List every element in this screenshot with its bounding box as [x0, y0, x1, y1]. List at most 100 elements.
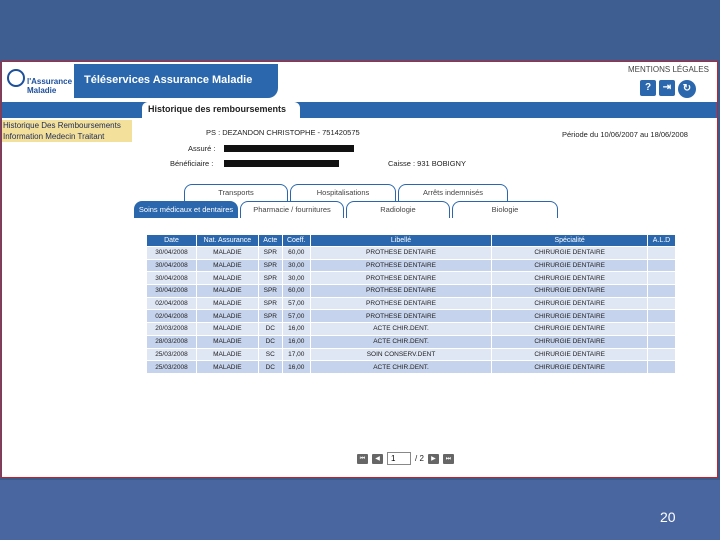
help-icon[interactable]: ?	[640, 80, 656, 96]
col-coeff[interactable]: Coeff.	[281, 234, 311, 247]
tab-arrets-indemnises[interactable]: Arrêts indemnisés	[398, 184, 508, 201]
col-specialite[interactable]: Spécialité	[491, 234, 648, 247]
table-cell: DC	[257, 334, 283, 349]
table-header-row: Date Nat. Assurance Acte Coeff. Libellé …	[146, 234, 677, 247]
slide-number: 20	[660, 509, 676, 525]
sidebar-item-medecin-traitant[interactable]: Information Medecin Traitant	[2, 131, 132, 142]
table-cell: MALADIE	[195, 246, 259, 260]
reimbursement-table: Date Nat. Assurance Acte Coeff. Libellé …	[146, 234, 677, 374]
table-row[interactable]: 28/03/2008 MALADIE DC 16,00 ACTE CHIR.DENT. C…	[146, 334, 677, 349]
table-row[interactable]: 30/04/2008 MALADIE SPR 60,00 PROTHESE DENTAI…	[146, 284, 677, 298]
table-cell: SC	[257, 347, 283, 362]
prev-page-icon[interactable]: ◀	[372, 453, 383, 464]
table-cell: MALADIE	[195, 258, 259, 273]
section-tab: Historique des remboursements	[142, 102, 300, 118]
table-cell: SPR	[257, 271, 283, 286]
reimbursement-table-panel: Date Nat. Assurance Acte Coeff. Libellé …	[146, 234, 686, 374]
table-row[interactable]: 30/04/2008 MALADIE SPR 60,00 PROTHESE DENTAI…	[146, 246, 677, 260]
tab-radiologie[interactable]: Radiologie	[346, 201, 450, 218]
tab-hospitalisations[interactable]: Hospitalisations	[290, 184, 396, 201]
table-row[interactable]: 02/04/2008 MALADIE SPR 57,00 PROTHESE DENTAI…	[146, 296, 677, 311]
assurance-maladie-logo[interactable]: l'Assurance Maladie	[5, 65, 75, 101]
table-cell: CHIRURGIE DENTAIRE	[491, 347, 648, 362]
table-cell: PROTHESE DENTAIRE	[309, 296, 493, 311]
table-cell	[646, 284, 677, 298]
table-cell: 30/04/2008	[146, 284, 197, 298]
table-row[interactable]: 20/03/2008 MALADIE DC 16,00 ACTE CHIR.DENT. C…	[146, 322, 677, 336]
section-bar	[2, 102, 717, 118]
table-cell: 60,00	[281, 284, 311, 298]
table-cell	[646, 296, 677, 311]
table-cell: 16,00	[281, 322, 311, 336]
beneficiaire-label: Bénéficiaire :	[170, 159, 214, 168]
col-nat-assurance[interactable]: Nat. Assurance	[195, 234, 259, 247]
table-cell: PROTHESE DENTAIRE	[309, 246, 493, 260]
table-cell: SPR	[257, 296, 283, 311]
page-total: / 2	[415, 454, 424, 463]
table-cell: 30/04/2008	[146, 258, 197, 273]
table-cell: SOIN CONSERV.DENT	[309, 347, 493, 362]
table-cell	[646, 322, 677, 336]
table-cell: PROTHESE DENTAIRE	[309, 309, 493, 324]
table-cell: MALADIE	[195, 271, 259, 286]
table-cell: CHIRURGIE DENTAIRE	[491, 258, 648, 273]
table-cell: 16,00	[281, 334, 311, 349]
table-row[interactable]: 25/03/2008 MALADIE DC 16,00 ACTE CHIR.DENT. C…	[146, 360, 677, 374]
col-acte[interactable]: Acte	[257, 234, 283, 247]
col-ald[interactable]: A.L.D	[646, 234, 677, 247]
table-cell	[646, 246, 677, 260]
ps-info: PS : DEZANDON CHRISTOPHE - 751420575	[206, 128, 360, 137]
period-info: Période du 10/06/2007 au 18/06/2008	[562, 130, 688, 139]
slide-footer-band	[0, 480, 720, 540]
table-cell: PROTHESE DENTAIRE	[309, 284, 493, 298]
sidebar-item-historique[interactable]: Historique Des Remboursements	[2, 120, 132, 131]
assure-label: Assuré :	[188, 144, 216, 153]
app-title: Téléservices Assurance Maladie	[84, 74, 253, 86]
table-cell	[646, 309, 677, 324]
logo-text-line1: l'Assurance	[27, 77, 73, 86]
table-cell: 57,00	[281, 296, 311, 311]
legal-mentions-link[interactable]: MENTIONS LÉGALES	[628, 65, 709, 74]
table-cell: CHIRURGIE DENTAIRE	[491, 322, 648, 336]
table-cell: MALADIE	[195, 322, 259, 336]
first-page-icon[interactable]: ⏮	[357, 453, 368, 464]
table-cell	[646, 271, 677, 286]
table-cell: CHIRURGIE DENTAIRE	[491, 246, 648, 260]
table-cell: CHIRURGIE DENTAIRE	[491, 284, 648, 298]
exit-icon[interactable]: ⇥	[659, 80, 675, 96]
table-row[interactable]: 30/04/2008 MALADIE SPR 30,00 PROTHESE DENTAI…	[146, 258, 677, 273]
table-cell: 02/04/2008	[146, 296, 197, 311]
last-page-icon[interactable]: ⏭	[442, 453, 454, 464]
table-cell: SPR	[257, 309, 283, 324]
page-number-input[interactable]: 1	[387, 452, 411, 465]
table-cell: 02/04/2008	[146, 309, 197, 324]
table-row[interactable]: 30/04/2008 MALADIE SPR 30,00 PROTHESE DENTAI…	[146, 271, 677, 286]
table-cell: MALADIE	[195, 334, 259, 349]
tab-transports[interactable]: Transports	[184, 184, 288, 201]
table-cell: CHIRURGIE DENTAIRE	[491, 296, 648, 311]
table-cell: 20/03/2008	[146, 322, 197, 336]
tab-soins-medicaux[interactable]: Soins médicaux et dentaires	[134, 201, 238, 218]
tab-biologie[interactable]: Biologie	[452, 201, 558, 218]
table-cell: PROTHESE DENTAIRE	[309, 258, 493, 273]
table-cell: ACTE CHIR.DENT.	[309, 360, 493, 374]
next-page-icon[interactable]: ▶	[427, 453, 439, 464]
tab-pharmacie[interactable]: Pharmacie / fournitures	[240, 201, 344, 218]
refresh-icon[interactable]: ↻	[678, 80, 696, 98]
table-cell: CHIRURGIE DENTAIRE	[491, 334, 648, 349]
top-icon-group: ? ⇥ ↻	[640, 80, 696, 98]
table-cell: SPR	[257, 284, 283, 298]
top-bar: l'Assurance Maladie Téléservices Assuran…	[2, 62, 717, 102]
slide-header-band	[0, 0, 720, 60]
table-cell: 16,00	[281, 360, 311, 374]
table-cell: 28/03/2008	[146, 334, 197, 349]
col-libelle[interactable]: Libellé	[309, 234, 493, 247]
col-date[interactable]: Date	[146, 234, 197, 247]
table-cell: CHIRURGIE DENTAIRE	[491, 360, 648, 374]
table-cell: SPR	[257, 258, 283, 273]
table-cell	[646, 360, 677, 374]
table-row[interactable]: 25/03/2008 MALADIE SC 17,00 SOIN CONSERV.DEN…	[146, 347, 677, 362]
table-row[interactable]: 02/04/2008 MALADIE SPR 57,00 PROTHESE DENTAI…	[146, 309, 677, 324]
redacted-beneficiaire	[224, 160, 339, 167]
pagination: ⏮ ◀ 1 / 2 ▶ ⏭	[357, 452, 454, 465]
